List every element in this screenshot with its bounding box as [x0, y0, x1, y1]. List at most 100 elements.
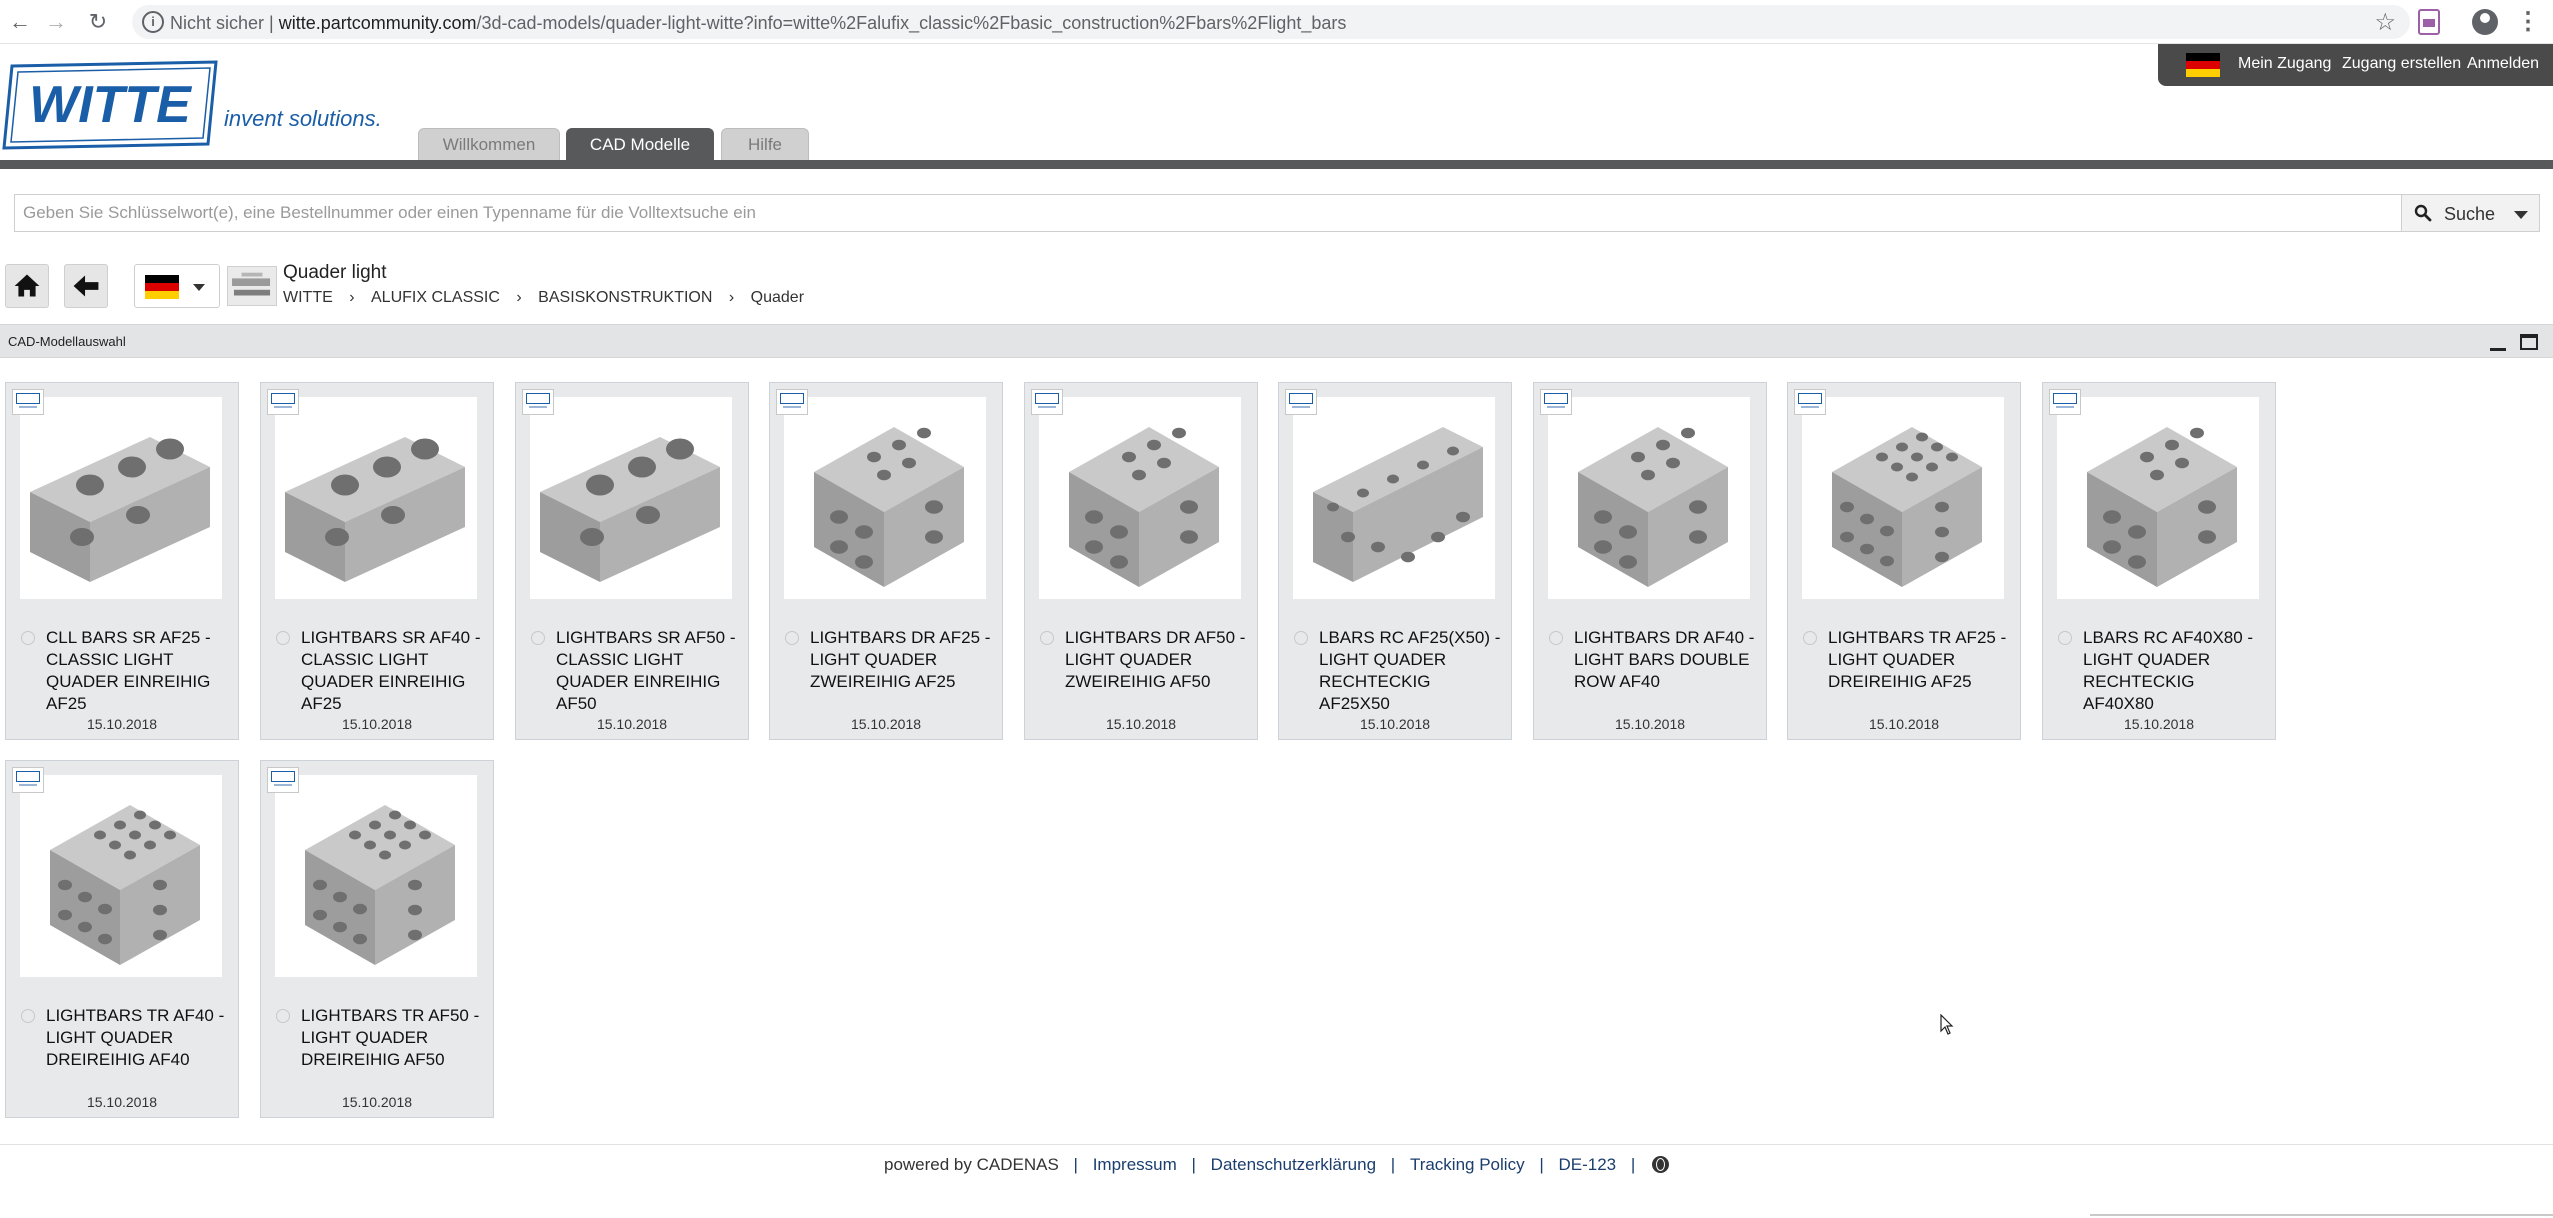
tab-cad-modelle[interactable]: CAD Modelle	[566, 128, 714, 160]
region-code[interactable]: DE-123	[1558, 1155, 1616, 1175]
chevron-right-icon: ›	[516, 289, 522, 306]
back-button[interactable]	[64, 264, 108, 308]
product-name[interactable]: LIGHTBARS SR AF40 - CLASSIC LIGHT QUADER…	[301, 627, 487, 715]
select-radio-icon[interactable]	[1294, 631, 1308, 645]
product-date: 15.10.2018	[1105, 716, 1177, 732]
product-date: 15.10.2018	[2123, 716, 2195, 732]
select-radio-icon[interactable]	[1040, 631, 1054, 645]
product-name[interactable]: LIGHTBARS TR AF40 - LIGHT QUADER DREIREI…	[46, 1005, 232, 1071]
product-image[interactable]	[784, 397, 986, 599]
product-card[interactable]: LIGHTBARS DR AF40 - LIGHT BARS DOUBLE RO…	[1533, 382, 1767, 740]
product-image[interactable]	[1039, 397, 1241, 599]
product-image[interactable]	[275, 397, 477, 599]
product-image[interactable]	[1293, 397, 1495, 599]
product-image[interactable]	[1802, 397, 2004, 599]
address-bar[interactable]: i Nicht sicher | witte.partcommunity.com…	[132, 5, 2410, 39]
bookmark-star-icon[interactable]: ☆	[2374, 8, 2396, 37]
product-name[interactable]: LIGHTBARS DR AF25 - LIGHT QUADER ZWEIREI…	[810, 627, 996, 693]
footer-separator: |	[1630, 1154, 1636, 1174]
product-date: 15.10.2018	[1868, 716, 1940, 732]
tab-willkommen[interactable]: Willkommen	[418, 128, 560, 160]
reload-icon[interactable]: ↻	[82, 6, 114, 38]
product-image[interactable]	[530, 397, 732, 599]
page-title: Quader light	[283, 262, 387, 283]
maximize-icon[interactable]	[2520, 334, 2538, 350]
globe-icon[interactable]	[1652, 1156, 1669, 1174]
footer-separator: |	[1191, 1154, 1196, 1174]
tracking-policy-link[interactable]: Tracking Policy	[1410, 1155, 1525, 1175]
chevron-right-icon: ›	[728, 289, 735, 306]
breadcrumb-item-quader[interactable]: Quader	[751, 289, 804, 307]
product-name[interactable]: LIGHTBARS TR AF50 - LIGHT QUADER DREIREI…	[301, 1005, 487, 1071]
witte-logo[interactable]: WITTE	[2, 60, 220, 150]
search-input[interactable]	[15, 195, 2401, 231]
german-flag-icon	[145, 275, 179, 299]
product-card[interactable]: LIGHTBARS DR AF50 - LIGHT QUADER ZWEIREI…	[1024, 382, 1258, 740]
select-radio-icon[interactable]	[1549, 631, 1563, 645]
select-radio-icon[interactable]	[531, 631, 545, 645]
back-arrow-icon[interactable]: ←	[4, 6, 36, 38]
account-link[interactable]: Mein Zugang	[2238, 55, 2331, 73]
minimize-icon[interactable]	[2490, 348, 2506, 351]
product-card[interactable]: LIGHTBARS SR AF40 - CLASSIC LIGHT QUADER…	[260, 382, 494, 740]
select-radio-icon[interactable]	[276, 1009, 290, 1023]
arrow-left-icon	[73, 275, 99, 297]
product-name[interactable]: LBARS RC AF40X80 - LIGHT QUADER RECHTECK…	[2083, 627, 2269, 715]
product-date: 15.10.2018	[86, 1094, 158, 1110]
product-image[interactable]	[275, 775, 477, 977]
product-image[interactable]	[2057, 397, 2259, 599]
select-radio-icon[interactable]	[21, 631, 35, 645]
product-card[interactable]: CLL BARS SR AF25 - CLASSIC LIGHT QUADER …	[5, 382, 239, 740]
address-text[interactable]: Nicht sicher | witte.partcommunity.com/3…	[170, 13, 1346, 34]
product-card[interactable]: LIGHTBARS SR AF50 - CLASSIC LIGHT QUADER…	[515, 382, 749, 740]
product-name[interactable]: LIGHTBARS SR AF50 - CLASSIC LIGHT QUADER…	[556, 627, 742, 715]
info-icon[interactable]: i	[142, 11, 164, 33]
product-image[interactable]	[20, 775, 222, 977]
privacy-link[interactable]: Datenschutzerklärung	[1211, 1155, 1376, 1175]
breadcrumb-item-alufix-classic[interactable]: ALUFIX CLASSIC	[371, 289, 500, 307]
product-card[interactable]: LIGHTBARS DR AF25 - LIGHT QUADER ZWEIREI…	[769, 382, 1003, 740]
select-radio-icon[interactable]	[1803, 631, 1817, 645]
select-radio-icon[interactable]	[2058, 631, 2072, 645]
select-radio-icon[interactable]	[276, 631, 290, 645]
select-radio-icon[interactable]	[21, 1009, 35, 1023]
home-button[interactable]	[5, 264, 49, 308]
witte-mini-logo-icon	[1794, 389, 1826, 415]
product-image[interactable]	[1548, 397, 1750, 599]
product-card[interactable]: LBARS RC AF25(X50) - LIGHT QUADER RECHTE…	[1278, 382, 1512, 740]
witte-mini-logo-icon	[1285, 389, 1317, 415]
login-link[interactable]: Anmelden	[2467, 55, 2539, 73]
logo-wordmark: WITTE	[29, 76, 192, 134]
search-button[interactable]: Suche	[2402, 194, 2540, 232]
breadcrumb-item-basiskonstruktion[interactable]: BASISKONSTRUKTION	[538, 289, 712, 307]
product-name[interactable]: LIGHTBARS TR AF25 - LIGHT QUADER DREIREI…	[1828, 627, 2014, 693]
witte-mini-logo-icon	[2049, 389, 2081, 415]
extension-icon[interactable]	[2418, 9, 2440, 35]
browser-menu-icon[interactable]: ⋮	[2516, 6, 2540, 38]
product-card[interactable]: LBARS RC AF40X80 - LIGHT QUADER RECHTECK…	[2042, 382, 2276, 740]
product-card[interactable]: LIGHTBARS TR AF40 - LIGHT QUADER DREIREI…	[5, 760, 239, 1118]
language-select[interactable]	[134, 264, 220, 308]
chevron-down-icon[interactable]	[2514, 211, 2528, 219]
product-name[interactable]: LBARS RC AF25(X50) - LIGHT QUADER RECHTE…	[1319, 627, 1505, 715]
witte-mini-logo-icon	[776, 389, 808, 415]
register-link[interactable]: Zugang erstellen	[2342, 55, 2461, 73]
security-label: Nicht sicher	[170, 13, 265, 33]
product-card[interactable]: LIGHTBARS TR AF25 - LIGHT QUADER DREIREI…	[1787, 382, 2021, 740]
forward-arrow-icon[interactable]: →	[40, 6, 72, 38]
product-image[interactable]	[20, 397, 222, 599]
footer-separator: |	[1390, 1154, 1396, 1174]
tab-hilfe[interactable]: Hilfe	[721, 128, 809, 160]
url-path: /3d-cad-models/quader-light-witte?info=w…	[476, 13, 1347, 33]
product-name[interactable]: CLL BARS SR AF25 - CLASSIC LIGHT QUADER …	[46, 627, 232, 715]
url-host: witte.partcommunity.com	[278, 13, 477, 33]
product-card[interactable]: LIGHTBARS TR AF50 - LIGHT QUADER DREIREI…	[260, 760, 494, 1118]
german-flag-icon[interactable]	[2186, 53, 2220, 77]
product-name[interactable]: LIGHTBARS DR AF40 - LIGHT BARS DOUBLE RO…	[1574, 627, 1760, 693]
imprint-link[interactable]: Impressum	[1093, 1155, 1177, 1175]
search-icon	[2414, 204, 2432, 222]
product-name[interactable]: LIGHTBARS DR AF50 - LIGHT QUADER ZWEIREI…	[1065, 627, 1251, 693]
profile-icon[interactable]	[2472, 9, 2498, 35]
select-radio-icon[interactable]	[785, 631, 799, 645]
breadcrumb-item-witte[interactable]: WITTE	[283, 289, 333, 307]
